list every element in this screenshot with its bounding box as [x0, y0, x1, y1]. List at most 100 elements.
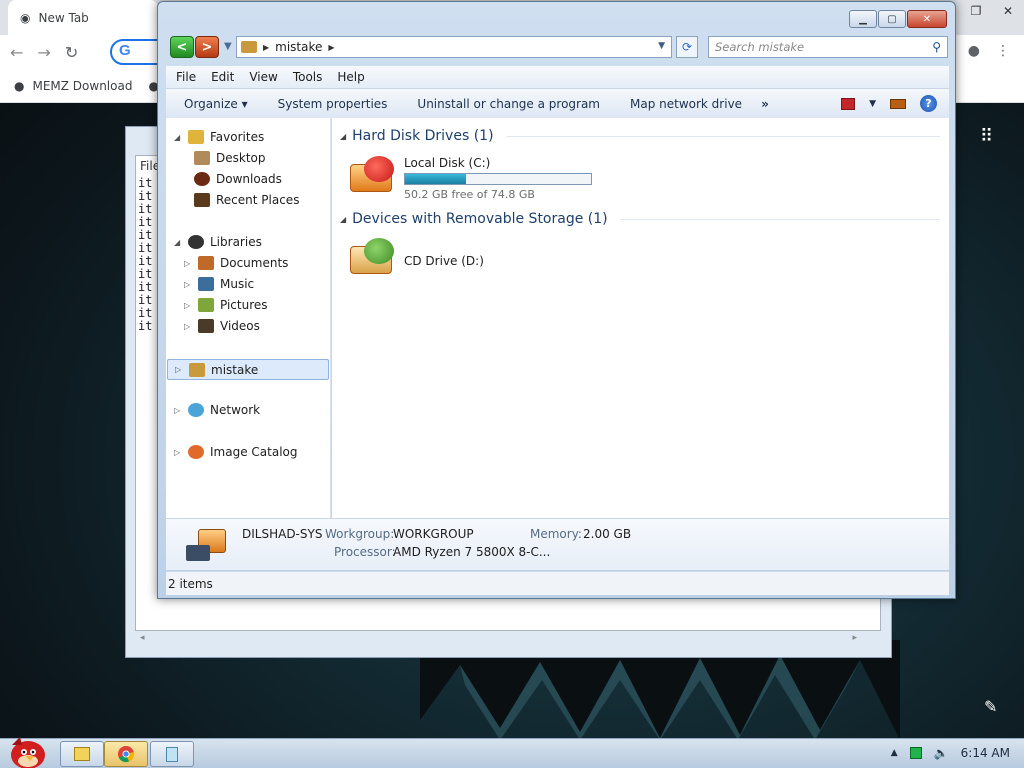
nav-libraries[interactable]: ◢ Libraries: [174, 235, 262, 249]
nav-computer[interactable]: ▷ mistake: [167, 359, 329, 380]
documents-icon: [198, 256, 214, 270]
menu-tools[interactable]: Tools: [293, 70, 338, 84]
nav-videos[interactable]: ▷ Videos: [184, 319, 260, 333]
nav-recent-places[interactable]: Recent Places: [194, 193, 299, 207]
back-button[interactable]: <: [170, 36, 194, 58]
drive-cd-d[interactable]: CD Drive (D:): [350, 238, 484, 278]
bookmark-memz[interactable]: MEMZ Download: [32, 79, 132, 93]
address-dropdown-icon[interactable]: ▼: [658, 41, 665, 51]
close-button[interactable]: ✕: [907, 10, 947, 28]
command-bar: Organize ▾ System properties Uninstall o…: [166, 88, 949, 118]
star-icon: [188, 130, 204, 144]
taskbar: ▲ 🔈 6:14 AM: [0, 737, 1024, 768]
cd-drive-icon: [350, 238, 398, 278]
refresh-button[interactable]: ⟳: [676, 36, 698, 58]
show-hidden-icons-icon[interactable]: ▲: [891, 748, 898, 758]
recent-pages-dropdown-icon[interactable]: ▼: [224, 41, 232, 52]
close-icon[interactable]: ✕: [992, 0, 1024, 22]
drive-local-disk-c[interactable]: Local Disk (C:) 50.2 GB free of 74.8 GB: [350, 156, 592, 201]
system-properties-button[interactable]: System properties: [263, 97, 403, 111]
menu-kebab-icon[interactable]: ⋮: [996, 43, 1010, 59]
help-icon[interactable]: ?: [920, 95, 937, 112]
collapsed-triangle-icon[interactable]: ▷: [184, 259, 192, 268]
taskbar-explorer-button[interactable]: [60, 741, 104, 767]
details-pane: DILSHAD-SYS Workgroup: WORKGROUP Memory:…: [166, 518, 949, 570]
minimize-button[interactable]: ▁: [849, 10, 877, 28]
expanded-triangle-icon[interactable]: ◢: [174, 133, 182, 142]
notepad-icon: [166, 746, 178, 762]
nav-music[interactable]: ▷ Music: [184, 277, 254, 291]
tab-title: New Tab: [38, 10, 89, 25]
chrome-icon: [118, 746, 135, 763]
group-header-removable-storage[interactable]: ◢ Devices with Removable Storage (1): [340, 211, 940, 227]
breadcrumb-arrow-icon[interactable]: ▶: [263, 43, 269, 52]
menu-edit[interactable]: Edit: [211, 70, 249, 84]
forward-icon[interactable]: →: [37, 43, 50, 62]
pencil-icon[interactable]: ✎: [984, 697, 997, 716]
view-dropdown-icon[interactable]: ▼: [869, 99, 876, 109]
chrome-tab-new-tab[interactable]: ◉ New Tab: [8, 0, 158, 35]
search-placeholder: Search mistake: [715, 40, 805, 54]
nav-documents[interactable]: ▷ Documents: [184, 256, 288, 270]
workgroup-label: Workgroup:: [325, 527, 395, 541]
chrome-icon: ◉: [20, 10, 31, 25]
folder-icon: [74, 747, 90, 761]
uninstall-program-button[interactable]: Uninstall or change a program: [402, 97, 615, 111]
memory-value: 2.00 GB: [583, 527, 632, 541]
videos-icon: [198, 319, 214, 333]
search-icon[interactable]: ⚲: [932, 40, 941, 54]
collapse-triangle-icon[interactable]: ◢: [340, 215, 346, 224]
image-catalog-icon: [188, 445, 204, 459]
collapsed-triangle-icon[interactable]: ▷: [184, 322, 192, 331]
map-network-drive-button[interactable]: Map network drive: [615, 97, 757, 111]
preview-pane-icon[interactable]: [890, 98, 906, 109]
start-button[interactable]: [4, 733, 48, 768]
menu-file[interactable]: File: [176, 70, 211, 84]
back-icon[interactable]: ←: [10, 43, 23, 62]
maximize-button[interactable]: ▢: [878, 10, 906, 28]
collapse-triangle-icon[interactable]: ◢: [340, 132, 346, 141]
search-input[interactable]: Search mistake ⚲: [708, 36, 948, 58]
nav-desktop[interactable]: Desktop: [194, 151, 266, 165]
change-view-icon[interactable]: [841, 97, 856, 110]
network-status-icon[interactable]: [909, 747, 922, 759]
breadcrumb-computer[interactable]: mistake: [275, 40, 322, 54]
restore-icon[interactable]: ❐: [960, 0, 992, 22]
nav-downloads[interactable]: Downloads: [194, 172, 282, 186]
collapsed-triangle-icon[interactable]: ▷: [174, 448, 182, 457]
volume-icon[interactable]: 🔈: [934, 746, 949, 760]
organize-button[interactable]: Organize ▾: [166, 97, 263, 111]
collapsed-triangle-icon[interactable]: ▷: [175, 365, 183, 374]
window-controls: ▁ ▢ ✕: [849, 10, 947, 28]
profile-icon[interactable]: ●: [968, 43, 980, 59]
nav-pictures[interactable]: ▷ Pictures: [184, 298, 268, 312]
taskbar-notepad-button[interactable]: [150, 741, 194, 767]
more-commands-button[interactable]: »: [757, 97, 769, 111]
apps-grid-icon[interactable]: ⠿: [980, 126, 994, 147]
libraries-icon: [188, 235, 204, 249]
memory-label: Memory:: [530, 527, 582, 541]
nav-network[interactable]: ▷ Network: [174, 403, 260, 417]
computer-icon: [241, 41, 257, 53]
collapsed-triangle-icon[interactable]: ▷: [174, 406, 182, 415]
reload-icon[interactable]: ↻: [65, 43, 78, 62]
nav-favorites[interactable]: ◢ Favorites: [174, 130, 264, 144]
music-icon: [198, 277, 214, 291]
collapsed-triangle-icon[interactable]: ▷: [184, 280, 192, 289]
downloads-icon: [194, 172, 210, 186]
forward-button[interactable]: >: [195, 36, 219, 58]
breadcrumb-arrow-icon[interactable]: ▶: [328, 43, 334, 52]
group-header-hard-disk-drives[interactable]: ◢ Hard Disk Drives (1): [340, 128, 940, 144]
nav-image-catalog[interactable]: ▷ Image Catalog: [174, 445, 297, 459]
hard-drive-icon: [350, 156, 398, 196]
clock[interactable]: 6:14 AM: [961, 746, 1010, 760]
menu-help[interactable]: Help: [337, 70, 379, 84]
google-icon: G: [119, 42, 131, 59]
address-bar[interactable]: ▶ mistake ▶ ▼: [236, 36, 672, 58]
taskbar-chrome-button[interactable]: [104, 741, 148, 767]
collapsed-triangle-icon[interactable]: ▷: [184, 301, 192, 310]
navigation-row: < > ▼ ▶ mistake ▶ ▼ ⟳ Search mistake ⚲: [168, 36, 948, 60]
expanded-triangle-icon[interactable]: ◢: [174, 238, 182, 247]
menu-view[interactable]: View: [249, 70, 292, 84]
notepad-hscrollbar[interactable]: ◂ ▸: [136, 633, 861, 647]
